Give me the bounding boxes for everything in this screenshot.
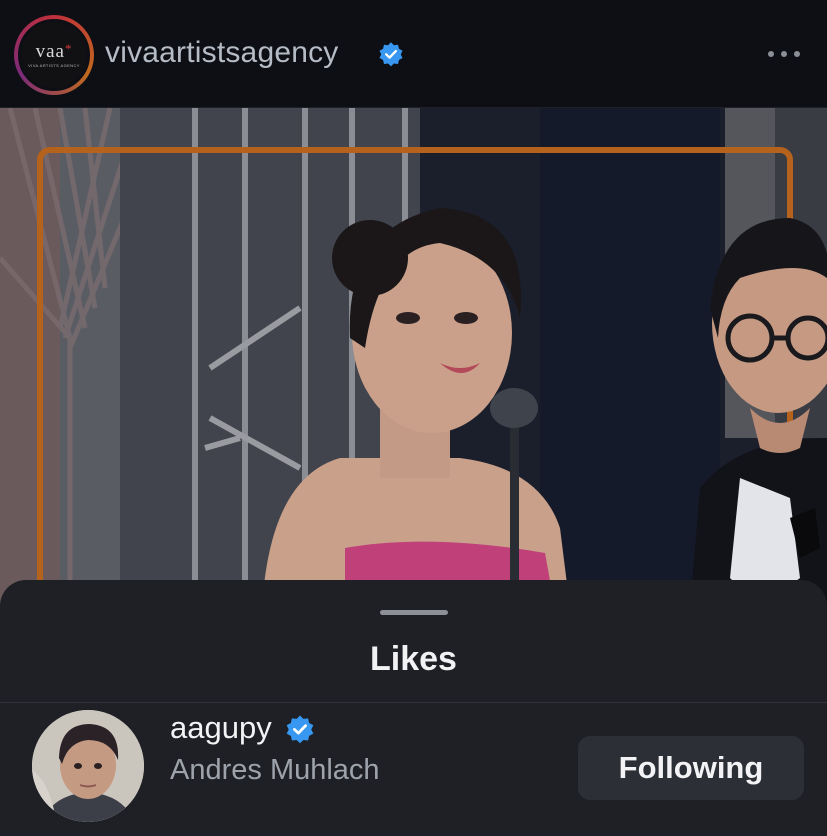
sheet-divider: [0, 702, 827, 703]
liker-username[interactable]: aagupy: [170, 710, 272, 746]
account-name[interactable]: vivaartistsagency: [105, 36, 339, 70]
post-photo: [0, 108, 827, 608]
following-button[interactable]: Following: [578, 736, 804, 800]
account-avatar[interactable]: vaa* VIVA ARTISTS AGENCY: [14, 15, 94, 95]
liker-avatar-photo: [32, 710, 144, 822]
logo-mark: vaa*: [35, 41, 73, 62]
more-options-icon: [768, 51, 774, 57]
liker-row[interactable]: aagupy Andres Muhlach Following: [0, 710, 827, 830]
account-logo: vaa* VIVA ARTISTS AGENCY: [18, 19, 90, 91]
post-image[interactable]: [0, 108, 827, 608]
post-header: vaa* VIVA ARTISTS AGENCY vivaartistsagen…: [0, 0, 827, 108]
sheet-drag-handle[interactable]: [380, 610, 448, 615]
app: vaa* VIVA ARTISTS AGENCY vivaartistsagen…: [0, 0, 827, 836]
liker-full-name: Andres Muhlach: [170, 754, 380, 786]
liker-avatar[interactable]: [32, 710, 144, 822]
sheet-title: Likes: [370, 640, 457, 678]
likes-sheet: Likes aagupy Andres Muhlach Following: [0, 580, 827, 836]
verified-badge-icon: [286, 715, 314, 744]
logo-subtitle: VIVA ARTISTS AGENCY: [28, 63, 80, 68]
more-options-button[interactable]: [764, 44, 804, 64]
verified-badge-icon: [379, 42, 403, 67]
